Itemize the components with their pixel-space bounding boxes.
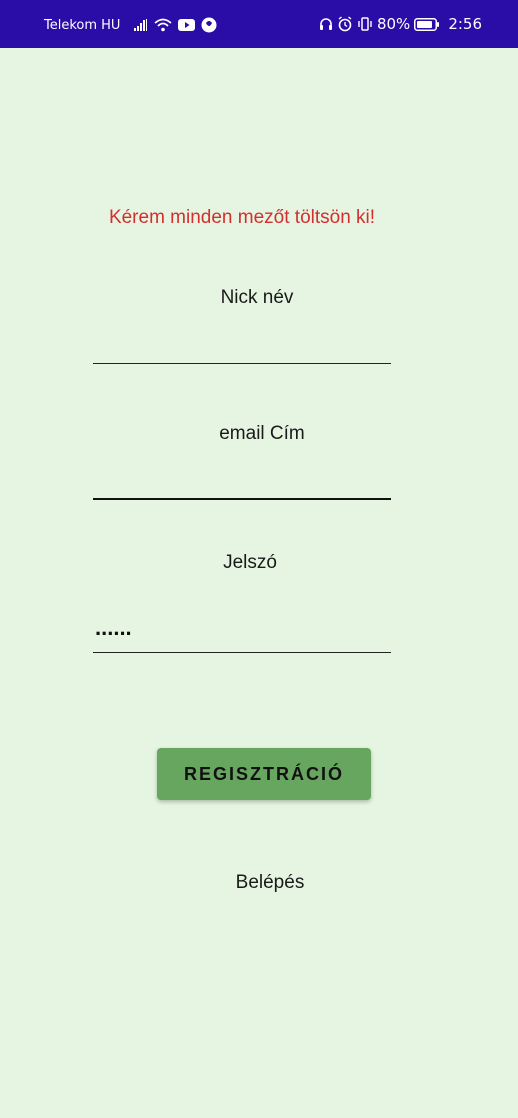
email-input[interactable] [93,464,391,500]
nick-label: Nick név [220,287,294,308]
carrier-name: Telekom HU [44,17,121,33]
register-button[interactable]: REGISZTRÁCIÓ [157,748,371,800]
status-bar-right: 80% 2:56 [319,13,482,35]
login-link[interactable]: Belépés [200,872,340,894]
password-input[interactable]: ...... [93,617,391,653]
status-bar-left: Telekom HU [44,15,217,35]
error-message: Kérem minden mezőt töltsön ki! [108,207,376,228]
youtube-icon [178,19,196,31]
battery-icon [414,17,440,31]
alarm-icon [337,16,353,32]
signal-icon [134,19,148,31]
email-label: email Cím [219,423,305,444]
status-bar: Telekom HU 80% 2:56 [0,0,518,48]
password-label: Jelszó [223,552,277,573]
clock: 2:56 [448,15,482,33]
vibrate-icon [357,16,373,32]
wifi-icon [154,18,173,32]
app-notification-icon [201,17,217,33]
battery-percent: 80% [376,15,411,33]
nick-input[interactable] [93,328,391,364]
headphones-icon [319,17,333,31]
password-masked-value: ...... [95,615,132,640]
